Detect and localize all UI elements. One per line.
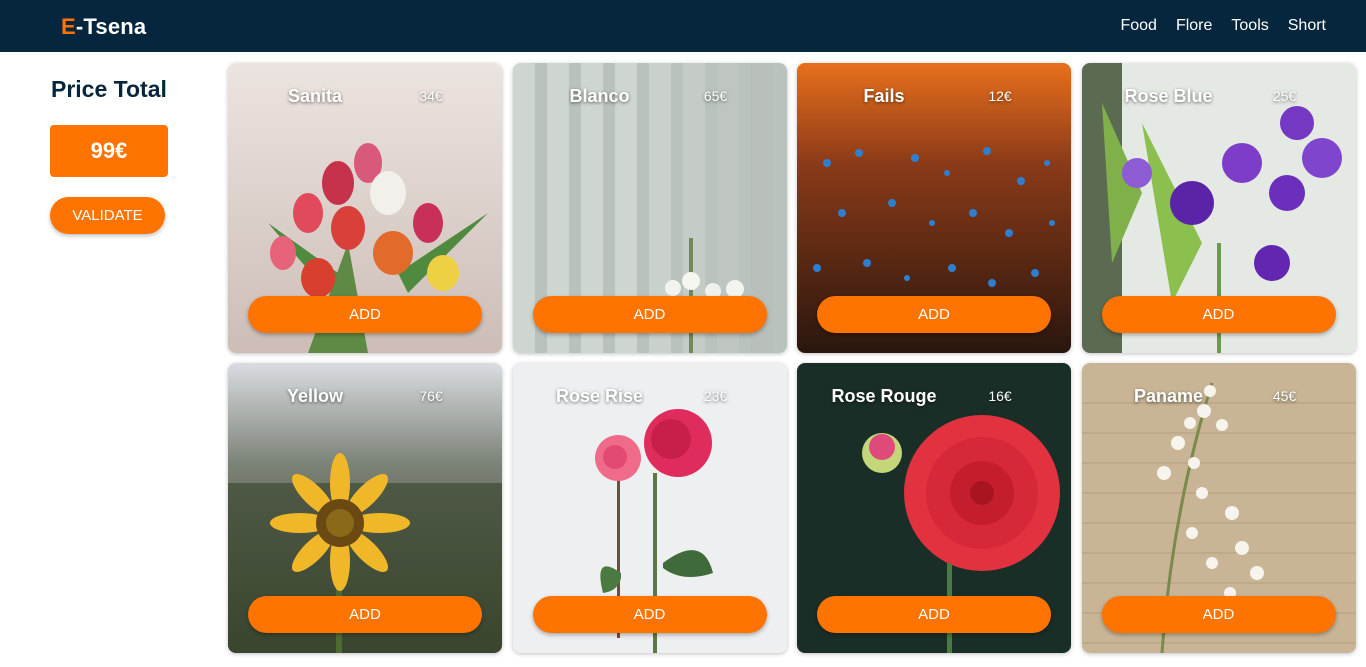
product-name: Yellow (286, 386, 344, 406)
product-card: Blanco 65€ ADD (512, 63, 787, 353)
brand-initial: E (61, 14, 76, 39)
top-navbar: E-Tsena Food Flore Tools Short (0, 0, 1366, 52)
product-name: Fails (863, 86, 905, 106)
brand-logo[interactable]: E-Tsena (61, 14, 146, 40)
product-price: 34€ (419, 88, 443, 104)
nav-link-short[interactable]: Short (1288, 17, 1326, 35)
product-name: Rose Rise (555, 386, 644, 406)
add-to-cart-button[interactable]: ADD (817, 596, 1051, 633)
product-price: 45€ (1272, 388, 1297, 404)
add-to-cart-button[interactable]: ADD (532, 596, 767, 633)
product-price: 65€ (703, 88, 728, 104)
product-card: Yellow 76€ ADD (228, 363, 502, 653)
product-name: Rose Blue (1124, 86, 1213, 106)
add-to-cart-button[interactable]: ADD (248, 596, 482, 633)
add-to-cart-button[interactable]: ADD (817, 296, 1051, 333)
add-to-cart-button[interactable]: ADD (1101, 596, 1336, 633)
product-grid: Sanita 34€ ADD Blanco 65€ ADD Fails 12€ … (228, 63, 1356, 653)
price-total-heading: Price Total (51, 76, 167, 102)
product-price: 16€ (988, 388, 1012, 404)
product-name: Sanita (287, 86, 343, 106)
product-name: Paname (1133, 386, 1204, 406)
product-card: Rose Blue 25€ ADD (1081, 63, 1356, 353)
product-price: 12€ (988, 88, 1012, 104)
product-price: 76€ (419, 388, 443, 404)
product-card: Rose Rouge 16€ ADD (797, 363, 1071, 653)
main-nav: Food Flore Tools Short (1120, 17, 1326, 35)
validate-button[interactable]: VALIDATE (50, 197, 165, 234)
product-card: Paname 45€ ADD (1081, 363, 1356, 653)
brand-name: -Tsena (75, 14, 147, 39)
product-name: Blanco (569, 86, 630, 106)
add-to-cart-button[interactable]: ADD (1101, 296, 1336, 333)
product-name: Rose Rouge (831, 386, 937, 406)
nav-link-food[interactable]: Food (1120, 17, 1156, 35)
product-card: Rose Rise 23€ ADD (512, 363, 787, 653)
nav-link-flore[interactable]: Flore (1176, 17, 1212, 35)
product-card: Fails 12€ ADD (797, 63, 1071, 353)
add-to-cart-button[interactable]: ADD (532, 296, 767, 333)
add-to-cart-button[interactable]: ADD (248, 296, 482, 333)
product-price: 23€ (703, 388, 728, 404)
nav-link-tools[interactable]: Tools (1231, 17, 1268, 35)
product-price: 25€ (1272, 88, 1297, 104)
price-total-value: 99€ (50, 125, 168, 177)
product-card: Sanita 34€ ADD (228, 63, 502, 353)
